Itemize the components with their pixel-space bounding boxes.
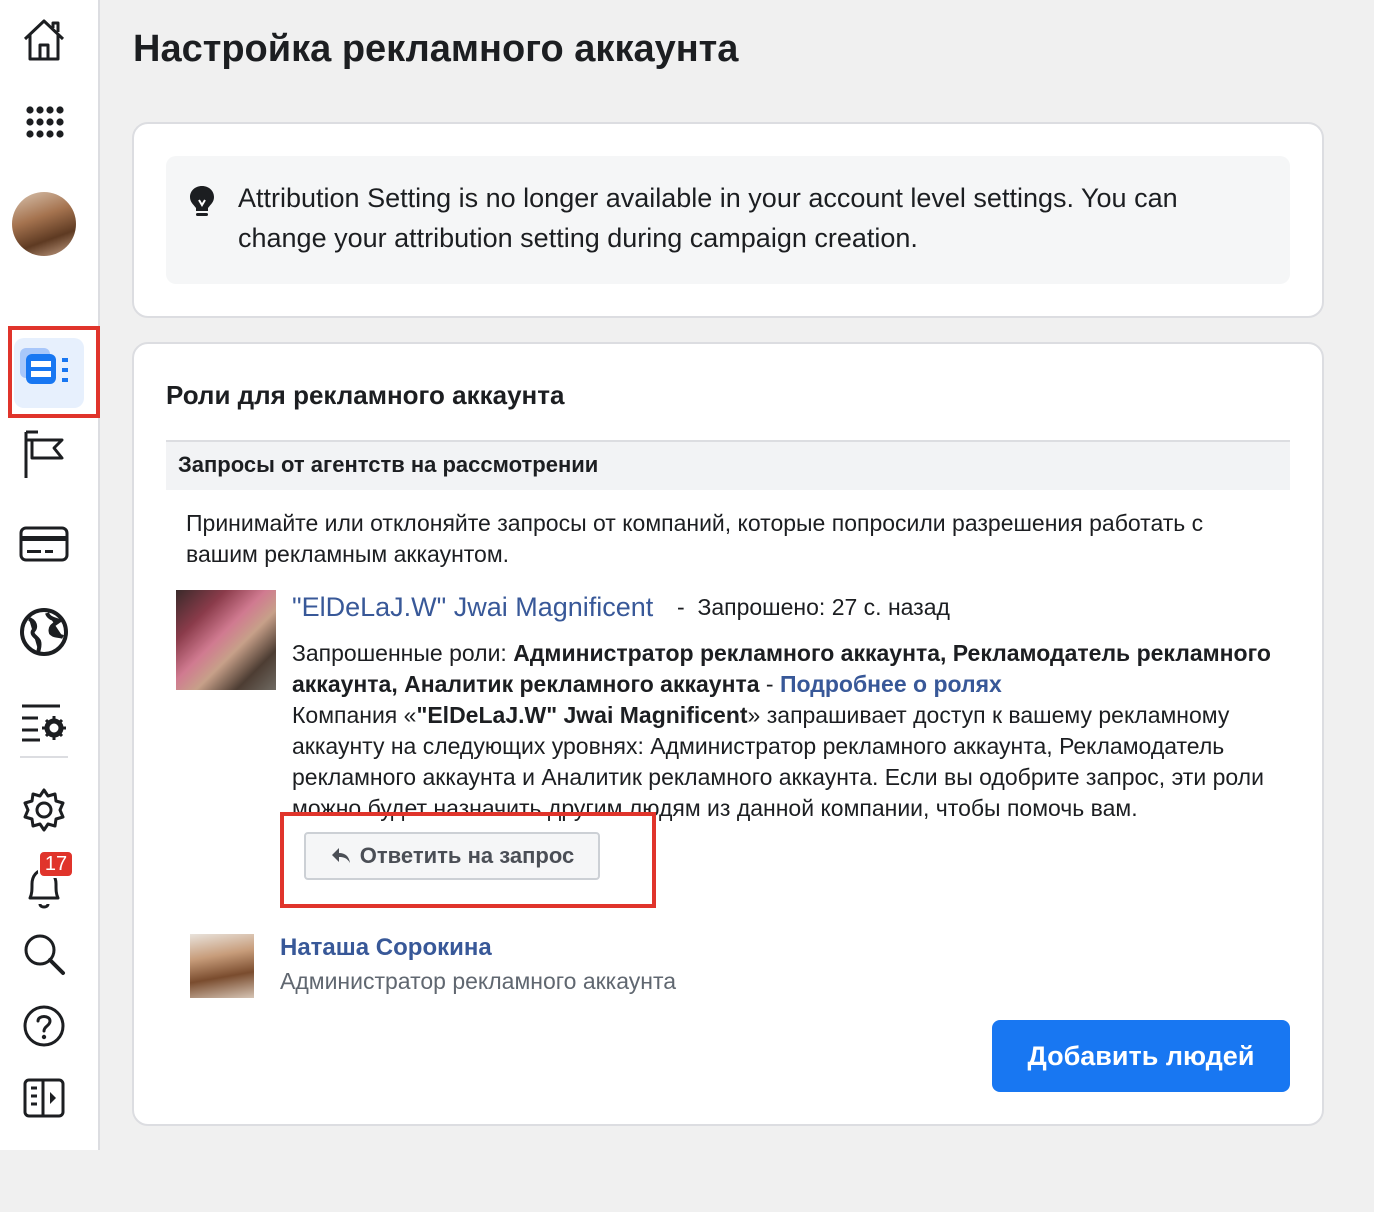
person-name-link[interactable]: Наташа Сорокина [280, 934, 492, 962]
sidebar-highlight-box [8, 326, 100, 418]
sidebar-toggle-icon[interactable] [0, 1066, 88, 1130]
search-icon[interactable] [0, 922, 88, 986]
attribution-notice: Attribution Setting is no longer availab… [166, 156, 1290, 284]
gear-icon[interactable] [0, 778, 88, 842]
learn-more-roles-link[interactable]: Подробнее о ролях [780, 671, 1002, 697]
lightbulb-icon [188, 184, 216, 223]
flag-icon[interactable] [0, 422, 88, 486]
requested-roles-label: Запрошенные роли: [292, 640, 507, 666]
request-time: Запрошено: 27 с. назад [697, 594, 950, 620]
sidebar-divider [20, 756, 68, 758]
requester-company-link[interactable]: "ElDeLaJ.W" Jwai Magnificent [292, 592, 653, 623]
request-explanation-company: "ElDeLaJ.W" Jwai Magnificent [416, 702, 748, 728]
left-sidebar: 17 [0, 0, 100, 1150]
reply-button-highlight-box [280, 812, 656, 908]
notice-text: Attribution Setting is no longer availab… [238, 183, 1178, 253]
person-avatar[interactable] [190, 934, 254, 998]
request-explanation: Компания «"ElDeLaJ.W" Jwai Magnificent» … [292, 700, 1282, 824]
pending-requests-header: Запросы от агентств на рассмотрении [166, 440, 1290, 490]
requester-avatar[interactable] [176, 590, 276, 690]
page-title: Настройка рекламного аккаунта [133, 28, 739, 70]
request-explanation-prefix: Компания « [292, 702, 417, 728]
home-icon[interactable] [0, 8, 88, 72]
request-meta: - Запрошено: 27 с. назад [677, 594, 950, 621]
requested-roles-line: Запрошенные роли: Администратор рекламно… [292, 638, 1282, 700]
apps-grid-icon[interactable] [0, 92, 88, 156]
settings-list-icon[interactable] [0, 690, 88, 754]
attribution-notice-card: Attribution Setting is no longer availab… [132, 122, 1324, 318]
globe-icon[interactable] [0, 600, 88, 664]
notification-badge: 17 [38, 850, 74, 878]
help-icon[interactable] [0, 994, 88, 1058]
person-role: Администратор рекламного аккаунта [280, 968, 677, 994]
request-meta-dash: - [677, 594, 685, 620]
ad-account-roles-card: Роли для рекламного аккаунта Запросы от … [132, 342, 1324, 1126]
pending-requests-description: Принимайте или отклоняйте запросы от ком… [186, 510, 1204, 567]
billing-card-icon[interactable] [0, 512, 88, 576]
roles-section-title: Роли для рекламного аккаунта [166, 380, 565, 410]
request-details: Запрошенные роли: Администратор рекламно… [292, 638, 1282, 824]
roles-dash: - [765, 671, 774, 697]
add-people-button[interactable]: Добавить людей [992, 1020, 1290, 1092]
profile-avatar[interactable] [12, 192, 76, 256]
pending-requests-header-text: Запросы от агентств на рассмотрении [178, 452, 599, 477]
